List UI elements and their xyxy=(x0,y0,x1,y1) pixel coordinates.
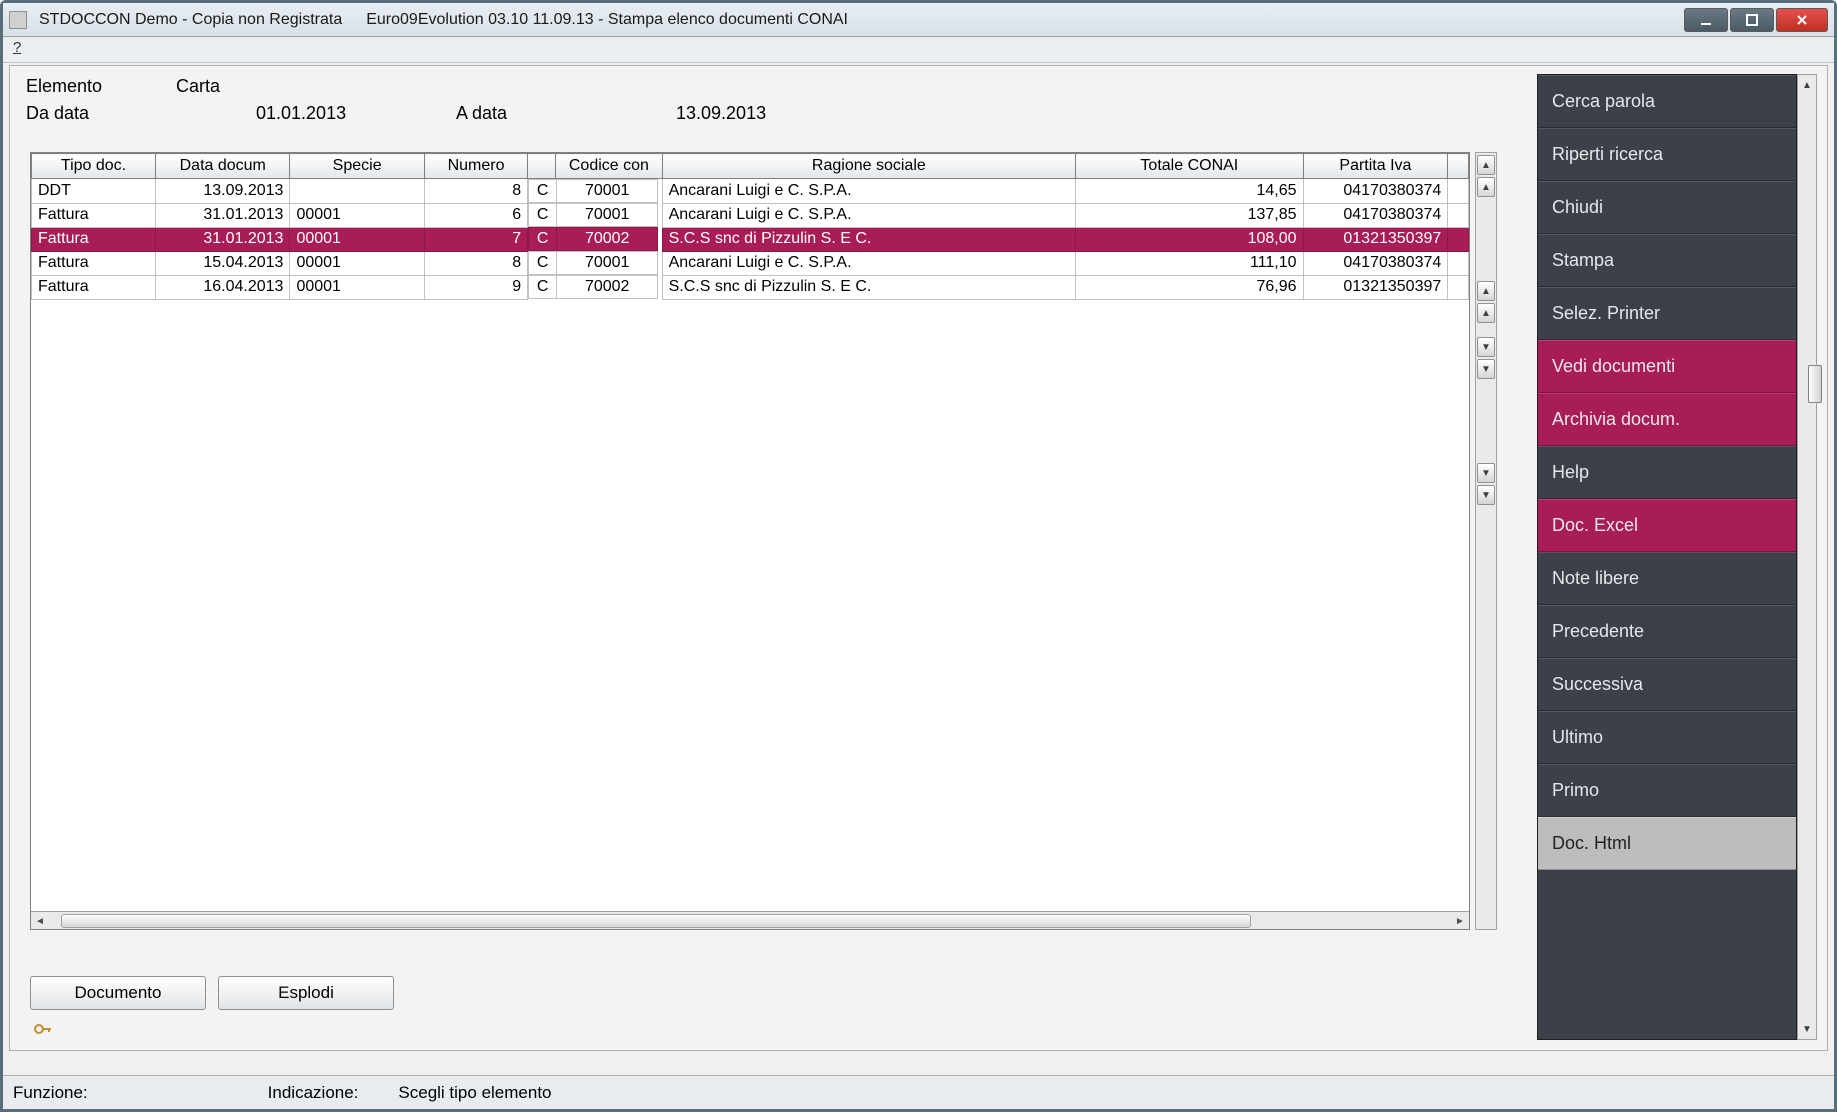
scroll-left-icon[interactable]: ◄ xyxy=(31,912,49,930)
documento-button[interactable]: Documento xyxy=(30,976,206,1010)
side-item-archivia-docum-[interactable]: Archivia docum. xyxy=(1538,393,1796,446)
side-item-note-libere[interactable]: Note libere xyxy=(1538,552,1796,605)
menu-bar: ? xyxy=(3,37,1834,63)
side-item-successiva[interactable]: Successiva xyxy=(1538,658,1796,711)
side-menu: Cerca parolaRiperti ricercaChiudiStampaS… xyxy=(1537,74,1797,1040)
grid-empty-area xyxy=(31,300,1469,912)
side-scroll-up-icon[interactable]: ▲ xyxy=(1799,76,1815,94)
side-item-vedi-documenti[interactable]: Vedi documenti xyxy=(1538,340,1796,393)
side-item-selez-printer[interactable]: Selez. Printer xyxy=(1538,287,1796,340)
app-icon xyxy=(9,11,27,29)
elemento-value: Carta xyxy=(176,76,426,97)
table-row[interactable]: DDT13.09.20138C70001Ancarani Luigi e C. … xyxy=(32,179,1469,204)
da-data-value: 01.01.2013 xyxy=(256,103,456,124)
data-grid[interactable]: Tipo doc. Data docum Specie Numero Codic… xyxy=(30,152,1470,930)
maximize-button[interactable] xyxy=(1730,8,1774,32)
nav-prev-icon[interactable]: ▲ xyxy=(1477,177,1495,197)
side-scrollbar[interactable]: ▲ ▼ xyxy=(1797,74,1817,1040)
a-data-value: 13.09.2013 xyxy=(676,103,876,124)
nav-next-icon[interactable]: ▼ xyxy=(1477,463,1495,483)
nav-last-icon[interactable]: ▼ xyxy=(1477,485,1495,505)
da-data-label: Da data xyxy=(26,103,256,124)
nav-up-double-icon[interactable]: ▲ xyxy=(1477,281,1495,301)
h-scroll-thumb[interactable] xyxy=(61,914,1251,928)
col-data[interactable]: Data docum xyxy=(156,154,290,179)
nav-first-icon[interactable]: ▲ xyxy=(1477,155,1495,175)
nav-up-icon[interactable]: ▲ xyxy=(1477,303,1495,323)
grid-h-scrollbar[interactable]: ◄ ► xyxy=(31,911,1469,929)
side-item-doc-html[interactable]: Doc. Html xyxy=(1538,817,1796,870)
table-row[interactable]: Fattura16.04.2013000019C70002S.C.S snc d… xyxy=(32,275,1469,299)
col-specie[interactable]: Specie xyxy=(290,154,424,179)
content-area: Elemento Carta Da data 01.01.2013 A data… xyxy=(9,65,1828,1051)
minimize-button[interactable] xyxy=(1684,8,1728,32)
col-totale[interactable]: Totale CONAI xyxy=(1076,154,1303,179)
status-indicazione-label: Indicazione: xyxy=(268,1083,359,1103)
col-numero[interactable]: Numero xyxy=(424,154,527,179)
nav-down-icon[interactable]: ▼ xyxy=(1477,337,1495,357)
menu-help[interactable]: ? xyxy=(13,39,21,56)
a-data-label: A data xyxy=(456,103,676,124)
table-row[interactable]: Fattura15.04.2013000018C70001Ancarani Lu… xyxy=(32,251,1469,275)
col-ragione[interactable]: Ragione sociale xyxy=(662,154,1076,179)
elemento-label: Elemento xyxy=(26,76,176,97)
status-indicazione-value: Scegli tipo elemento xyxy=(398,1083,551,1103)
side-item-help[interactable]: Help xyxy=(1538,446,1796,499)
close-button[interactable] xyxy=(1776,8,1828,32)
key-icon xyxy=(34,1022,52,1036)
nav-down-double-icon[interactable]: ▼ xyxy=(1477,359,1495,379)
side-item-stampa[interactable]: Stampa xyxy=(1538,234,1796,287)
status-funzione-label: Funzione: xyxy=(13,1083,88,1103)
status-bar: Funzione: Indicazione: Scegli tipo eleme… xyxy=(3,1075,1834,1109)
side-item-riperti-ricerca[interactable]: Riperti ricerca xyxy=(1538,128,1796,181)
col-piva[interactable]: Partita Iva xyxy=(1303,154,1448,179)
side-item-cerca-parola[interactable]: Cerca parola xyxy=(1538,75,1796,128)
side-scroll-thumb[interactable] xyxy=(1808,365,1822,403)
table-row[interactable]: Fattura31.01.2013000017C70002S.C.S snc d… xyxy=(32,227,1469,251)
side-item-chiudi[interactable]: Chiudi xyxy=(1538,181,1796,234)
side-scroll-down-icon[interactable]: ▼ xyxy=(1799,1020,1815,1038)
side-item-ultimo[interactable]: Ultimo xyxy=(1538,711,1796,764)
col-codice[interactable]: Codice con xyxy=(528,154,662,179)
window-title-1: STDOCCON Demo - Copia non Registrata xyxy=(39,11,342,29)
bottom-buttons: Documento Esplodi xyxy=(30,976,394,1010)
titlebar: STDOCCON Demo - Copia non Registrata Eur… xyxy=(3,3,1834,37)
table-row[interactable]: Fattura31.01.2013000016C70001Ancarani Lu… xyxy=(32,203,1469,227)
side-item-doc-excel[interactable]: Doc. Excel xyxy=(1538,499,1796,552)
window-title-2: Euro09Evolution 03.10 11.09.13 - Stampa … xyxy=(366,11,848,29)
col-end xyxy=(1448,154,1469,179)
grid-header-row: Tipo doc. Data docum Specie Numero Codic… xyxy=(32,154,1469,179)
side-panel: Cerca parolaRiperti ricercaChiudiStampaS… xyxy=(1537,74,1817,1040)
esplodi-button[interactable]: Esplodi xyxy=(218,976,394,1010)
grid-v-navigator: ▲ ▲ ▲ ▲ ▼ ▼ ▼ ▼ xyxy=(1475,152,1497,930)
grid-table: Tipo doc. Data docum Specie Numero Codic… xyxy=(31,153,1469,300)
side-item-primo[interactable]: Primo xyxy=(1538,764,1796,817)
scroll-right-icon[interactable]: ► xyxy=(1451,912,1469,930)
window-controls xyxy=(1684,8,1828,32)
col-tipo[interactable]: Tipo doc. xyxy=(32,154,156,179)
side-item-precedente[interactable]: Precedente xyxy=(1538,605,1796,658)
